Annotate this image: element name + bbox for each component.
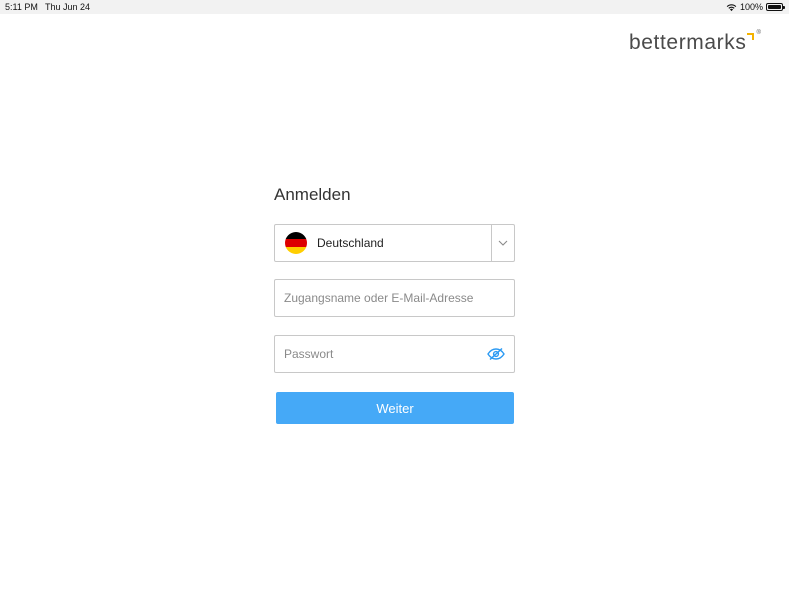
battery-icon — [766, 3, 785, 11]
username-input[interactable] — [275, 280, 514, 316]
germany-flag-icon — [285, 232, 307, 254]
password-input[interactable] — [275, 336, 514, 372]
registered-mark: ® — [756, 30, 761, 36]
flag-stripe — [285, 246, 307, 254]
login-screen: 5:11 PM Thu Jun 24 100% bettermarks ® An… — [0, 0, 789, 592]
password-field-wrapper — [274, 335, 515, 373]
submit-button[interactable]: Weiter — [276, 392, 514, 424]
battery-level — [768, 5, 781, 9]
country-selected-value: Deutschland — [317, 236, 384, 250]
status-date: Thu Jun 24 — [45, 2, 91, 12]
status-bar: 5:11 PM Thu Jun 24 100% — [0, 0, 789, 14]
wifi-icon — [726, 3, 737, 11]
login-form: Anmelden Deutschland Zugangsname oder E-… — [274, 184, 515, 424]
username-field-wrapper — [274, 279, 515, 317]
page-title: Anmelden — [274, 185, 351, 204]
logo-corner-icon — [747, 33, 755, 40]
battery-percentage: 100% — [739, 2, 763, 12]
status-time: 5:11 PM — [5, 2, 38, 12]
logo-text: bettermarks — [629, 31, 747, 54]
eye-slash-icon[interactable] — [487, 347, 505, 361]
flag-stripe — [285, 232, 307, 240]
flag-stripe — [285, 239, 307, 247]
country-select[interactable]: Deutschland — [274, 224, 515, 262]
bettermarks-logo: bettermarks ® — [629, 30, 761, 56]
logo-mark: ® — [747, 30, 761, 56]
status-indicators: 100% — [726, 1, 785, 13]
chevron-down-icon[interactable] — [492, 225, 514, 261]
